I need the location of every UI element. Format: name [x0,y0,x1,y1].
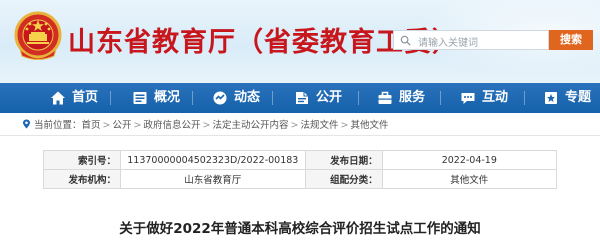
search-icon [400,35,411,46]
category-label: 组配分类： [304,169,383,189]
search-button[interactable]: 搜索 [549,30,593,50]
breadcrumb-item-home[interactable]: 首页 [82,120,101,131]
nav-divider [192,91,193,105]
nav-label: 专题 [565,90,592,105]
breadcrumb-separator: > [133,120,142,131]
location-pin-icon [23,119,30,129]
breadcrumb-item-other[interactable]: 其他文件 [350,120,388,131]
table-row: 发布机构： 山东省教育厅 组配分类： 其他文件 [42,169,558,189]
breadcrumb-item-statutory[interactable]: 法定主动公开内容 [212,120,288,131]
nav-divider [440,91,441,105]
nav-label: 动态 [234,90,261,105]
breadcrumb-separator: > [102,120,111,131]
main-nav: 首页 概况 动态 公开 服务 互动 专题 [0,83,600,113]
site-header: 山东省教育厅（省委教育工委） 搜索 [0,0,600,83]
topic-icon [545,92,557,104]
search-input[interactable] [394,34,558,53]
nav-label: 互动 [482,90,509,105]
disclosure-icon [296,92,308,104]
breadcrumb-item-gov-info[interactable]: 政府信息公开 [143,120,200,131]
publisher-label: 发布机构： [42,169,122,189]
breadcrumb-item-regulations[interactable]: 法规文件 [300,120,338,131]
nav-divider [524,91,525,105]
breadcrumb-separator: > [202,120,211,131]
news-icon [213,91,227,105]
breadcrumb: 当前位置：首页 > 公开 > 政府信息公开 > 法定主动公开内容 > 法规文件 > 其他文件 [22,117,388,131]
publish-date-value: 2022-04-19 [381,150,558,170]
index-value: 11370000004502323D/2022-00183 [120,150,306,170]
document-title: 关于做好2022年普通本科高校综合评价招生试点工作的通知 [119,221,481,237]
breadcrumb-separator: > [290,120,299,131]
publish-date-label: 发布日期： [304,150,383,170]
service-icon [378,91,392,104]
nav-divider [358,91,359,105]
nav-label: 公开 [316,90,343,105]
index-label: 索引号： [42,150,122,170]
overview-icon [133,92,147,104]
breadcrumb-prefix: 当前位置： [34,120,82,131]
breadcrumb-item-disclosure[interactable]: 公开 [113,120,132,131]
interaction-icon [461,93,475,104]
nav-divider [110,91,111,105]
document-meta-table: 索引号： 11370000004502323D/2022-00183 发布日期：… [42,150,558,189]
search-box [393,30,558,53]
nav-label: 概况 [154,90,181,105]
breadcrumb-separator: > [340,120,349,131]
national-emblem-icon[interactable] [14,11,62,63]
nav-label: 首页 [72,90,99,105]
home-icon [51,91,65,105]
table-row: 索引号： 11370000004502323D/2022-00183 发布日期：… [42,150,558,170]
publisher-value: 山东省教育厅 [120,169,306,189]
nav-label: 服务 [399,90,426,105]
category-value: 其他文件 [381,169,558,189]
nav-divider [272,91,273,105]
